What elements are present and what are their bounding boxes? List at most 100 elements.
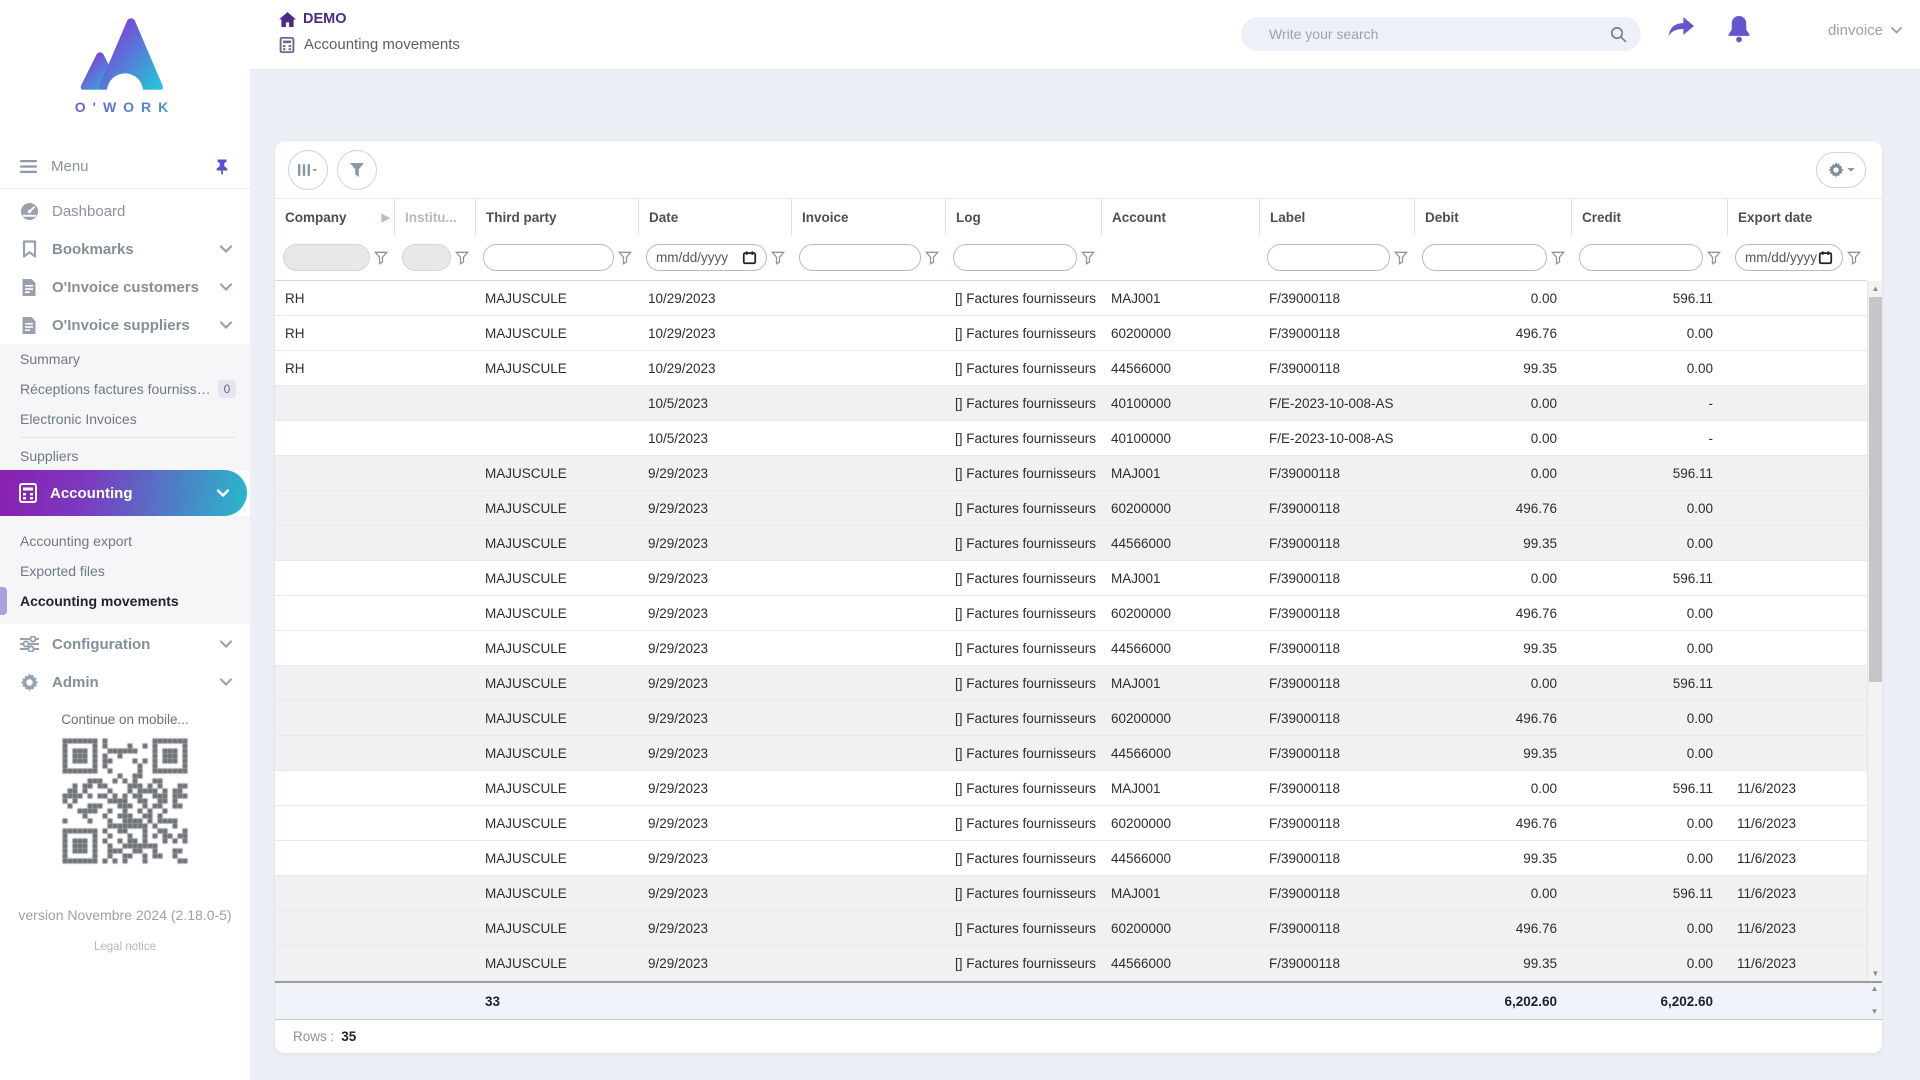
calendar-icon[interactable]	[742, 250, 757, 265]
calendar-icon[interactable]	[1818, 250, 1833, 265]
cell-institution	[394, 316, 475, 350]
expand-arrow-icon[interactable]: ▶	[382, 211, 390, 224]
table-row[interactable]: MAJUSCULE9/29/2023[] Factures fournisseu…	[275, 736, 1867, 771]
legal-notice-link[interactable]: Legal notice	[0, 941, 250, 953]
funnel-icon[interactable]	[1707, 251, 1721, 265]
vertical-scrollbar[interactable]: ▲ ▼	[1867, 281, 1882, 981]
funnel-icon[interactable]	[925, 251, 939, 265]
bell-icon[interactable]	[1726, 14, 1752, 49]
table-row[interactable]: MAJUSCULE9/29/2023[] Factures fournisseu…	[275, 561, 1867, 596]
sidebar-item-configuration[interactable]: Configuration	[0, 625, 250, 663]
cell-debit: 496.76	[1414, 701, 1571, 735]
breadcrumb[interactable]: DEMO	[279, 11, 347, 27]
table-row[interactable]: RHMAJUSCULE10/29/2023[] Factures fournis…	[275, 316, 1867, 351]
table-row[interactable]: MAJUSCULE9/29/2023[] Factures fournisseu…	[275, 596, 1867, 631]
column-header-debit[interactable]: Debit	[1414, 199, 1571, 235]
table-row[interactable]: 10/5/2023[] Factures fournisseurs4010000…	[275, 386, 1867, 421]
topbar: DEMO Accounting movements dinvoice	[250, 0, 1920, 70]
table-row[interactable]: RHMAJUSCULE10/29/2023[] Factures fournis…	[275, 351, 1867, 386]
scroll-down-icon[interactable]: ▼	[1871, 1007, 1879, 1016]
table-row[interactable]: MAJUSCULE9/29/2023[] Factures fournisseu…	[275, 876, 1867, 911]
table-row[interactable]: MAJUSCULE9/29/2023[] Factures fournisseu…	[275, 701, 1867, 736]
table-row[interactable]: MAJUSCULE9/29/2023[] Factures fournisseu…	[275, 841, 1867, 876]
sidebar-item-admin[interactable]: Admin	[0, 663, 250, 701]
share-icon[interactable]	[1666, 16, 1696, 47]
cell-label: F/39000118	[1259, 491, 1414, 525]
columns-button[interactable]	[288, 150, 328, 190]
table-row[interactable]: MAJUSCULE9/29/2023[] Factures fournisseu…	[275, 806, 1867, 841]
sidebar-item-bookmarks[interactable]: Bookmarks	[0, 230, 250, 268]
column-header-log[interactable]: Log	[945, 199, 1101, 235]
funnel-icon[interactable]	[374, 251, 388, 265]
menu-toggle[interactable]: Menu	[0, 147, 250, 185]
date-filter-input[interactable]: mm/dd/yyyy	[646, 244, 767, 271]
column-header-credit[interactable]: Credit	[1571, 199, 1727, 235]
table-row[interactable]: MAJUSCULE9/29/2023[] Factures fournisseu…	[275, 491, 1867, 526]
table-row[interactable]: 10/5/2023[] Factures fournisseurs4010000…	[275, 421, 1867, 456]
pin-icon[interactable]	[214, 158, 230, 175]
scroll-up-icon[interactable]: ▲	[1868, 281, 1883, 296]
column-header-institution[interactable]: Institu...	[394, 199, 475, 235]
column-header-date[interactable]: Date	[638, 199, 791, 235]
sidebar-item-accounting-movements[interactable]: Accounting movements	[0, 586, 250, 616]
funnel-icon[interactable]	[618, 251, 632, 265]
funnel-icon[interactable]	[1847, 251, 1861, 265]
column-header-invoice[interactable]: Invoice	[791, 199, 945, 235]
label-filter-input[interactable]	[1267, 244, 1390, 271]
cell-export-date	[1727, 631, 1867, 665]
column-header-export-date[interactable]: Export date	[1727, 199, 1867, 235]
table-row[interactable]: RHMAJUSCULE10/29/2023[] Factures fournis…	[275, 281, 1867, 316]
funnel-icon[interactable]	[1551, 251, 1565, 265]
sidebar-item-electronic-invoices[interactable]: Electronic Invoices	[0, 404, 250, 434]
sidebar-item-oinvoice-customers[interactable]: O'Invoice customers	[0, 268, 250, 306]
cell-debit: 496.76	[1414, 491, 1571, 525]
table-row[interactable]: MAJUSCULE9/29/2023[] Factures fournisseu…	[275, 946, 1867, 981]
column-header-account[interactable]: Account	[1101, 199, 1259, 235]
sidebar-item-accounting-export[interactable]: Accounting export	[0, 526, 250, 556]
debit-filter-input[interactable]	[1422, 244, 1547, 271]
credit-filter-input[interactable]	[1579, 244, 1703, 271]
scrollbar-thumb[interactable]	[1869, 297, 1882, 682]
summary-scrollbar[interactable]: ▲ ▼	[1867, 984, 1882, 1016]
column-header-label[interactable]: Label	[1259, 199, 1414, 235]
table-row[interactable]: MAJUSCULE9/29/2023[] Factures fournisseu…	[275, 456, 1867, 491]
funnel-icon[interactable]	[771, 251, 785, 265]
scroll-down-icon[interactable]: ▼	[1868, 966, 1883, 981]
cell-invoice	[791, 876, 945, 910]
column-header-company[interactable]: Company▶	[275, 199, 394, 235]
cell-credit: 0.00	[1571, 491, 1727, 525]
search-input[interactable]	[1241, 26, 1610, 42]
table-settings-button[interactable]	[1816, 152, 1866, 188]
funnel-icon[interactable]	[455, 251, 469, 265]
sidebar-item-exported-files[interactable]: Exported files	[0, 556, 250, 586]
sidebar-item-accounting[interactable]: Accounting	[0, 470, 247, 516]
funnel-icon[interactable]	[1394, 251, 1408, 265]
cell-third-party: MAJUSCULE	[475, 701, 638, 735]
cell-log: [] Factures fournisseurs	[945, 491, 1101, 525]
sidebar-item-oinvoice-suppliers[interactable]: O'Invoice suppliers	[0, 306, 250, 344]
sidebar-item-receptions-factures[interactable]: Réceptions factures fournisseurs 0	[0, 374, 250, 404]
cell-label: F/39000118	[1259, 631, 1414, 665]
column-header-third-party[interactable]: Third party	[475, 199, 638, 235]
table-row[interactable]: MAJUSCULE9/29/2023[] Factures fournisseu…	[275, 666, 1867, 701]
hamburger-icon	[20, 160, 37, 173]
user-menu[interactable]: dinvoice	[1828, 22, 1902, 39]
table-row[interactable]: MAJUSCULE9/29/2023[] Factures fournisseu…	[275, 771, 1867, 806]
sidebar-item-suppliers[interactable]: Suppliers	[0, 441, 250, 471]
table-row[interactable]: MAJUSCULE9/29/2023[] Factures fournisseu…	[275, 631, 1867, 666]
filter-button[interactable]	[337, 150, 377, 190]
log-filter-input[interactable]	[953, 244, 1077, 271]
third-party-filter-input[interactable]	[483, 244, 614, 271]
cell-credit: 0.00	[1571, 316, 1727, 350]
sidebar-item-summary[interactable]: Summary	[0, 344, 250, 374]
search-icon[interactable]	[1610, 26, 1627, 43]
export-date-filter-input[interactable]: mm/dd/yyyy	[1735, 244, 1843, 271]
table-row[interactable]: MAJUSCULE9/29/2023[] Factures fournisseu…	[275, 526, 1867, 561]
sidebar-item-dashboard[interactable]: Dashboard	[0, 192, 250, 230]
funnel-icon[interactable]	[1081, 251, 1095, 265]
invoice-filter-input[interactable]	[799, 244, 921, 271]
chevron-down-icon	[220, 321, 232, 329]
scroll-up-icon[interactable]: ▲	[1871, 984, 1879, 993]
table-row[interactable]: MAJUSCULE9/29/2023[] Factures fournisseu…	[275, 911, 1867, 946]
count-badge: 0	[218, 380, 236, 398]
